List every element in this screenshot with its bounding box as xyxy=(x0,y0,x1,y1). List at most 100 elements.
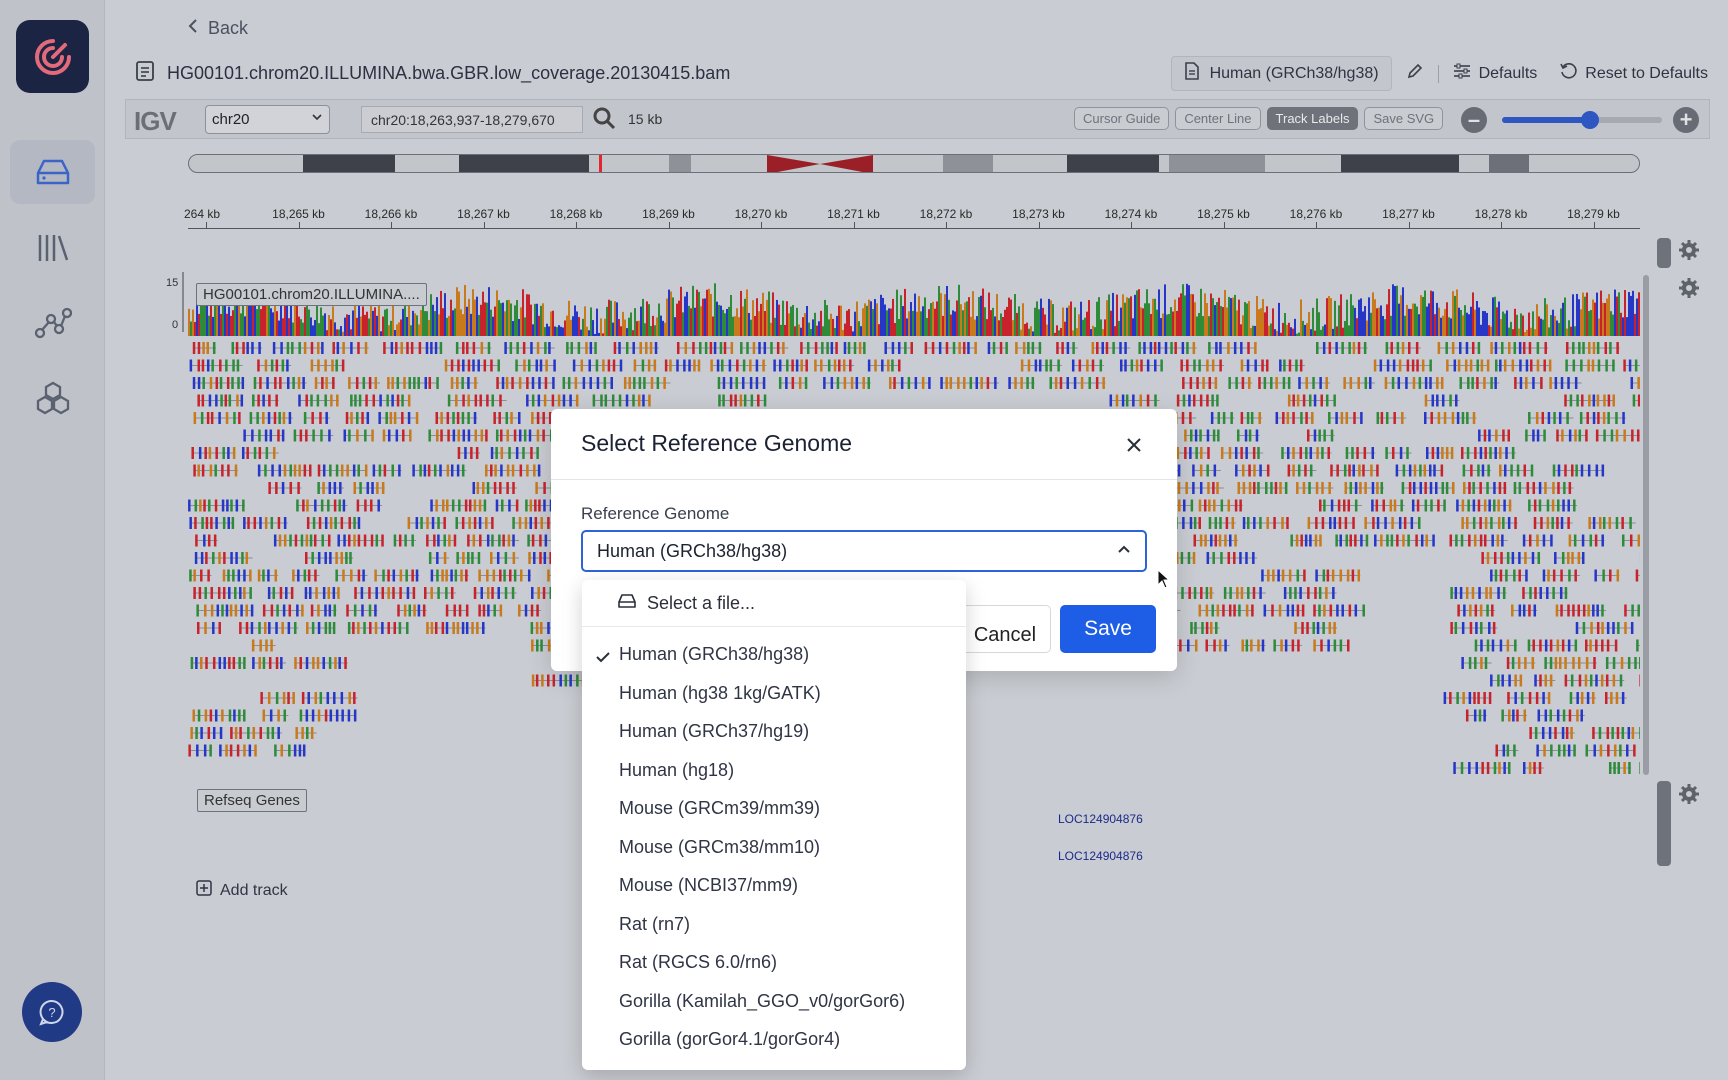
ideogram-band xyxy=(1489,155,1529,172)
igv-logo: IGV xyxy=(134,106,177,136)
genome-option-label: Mouse (GRCm38/mm10) xyxy=(619,836,821,857)
left-rail: ? xyxy=(0,0,105,1080)
reset-label: Reset to Defaults xyxy=(1585,64,1708,82)
genome-option-label: Rat (rn7) xyxy=(619,913,691,934)
ideogram-band xyxy=(303,155,395,172)
gene-label: LOC124904876 xyxy=(1058,849,1143,863)
gene-scrollbar[interactable] xyxy=(1657,781,1671,866)
ruler-tick xyxy=(761,222,762,228)
rail-library[interactable] xyxy=(10,216,95,280)
rail-storage[interactable] xyxy=(10,140,95,204)
ruler: 264 kb 18,265 kb 18,266 kb 18,267 kb 18,268 … xyxy=(184,205,1640,229)
alignment-scrollbar[interactable] xyxy=(1643,275,1649,775)
add-track-button[interactable]: Add track xyxy=(196,880,288,901)
genome-option[interactable]: Rat (RGCS 6.0/rn6) xyxy=(582,946,966,981)
defaults-label: Defaults xyxy=(1478,64,1538,82)
ideogram-band xyxy=(459,155,589,172)
mouse-cursor-icon xyxy=(1157,568,1171,594)
close-icon[interactable] xyxy=(1126,433,1142,459)
genome-option-label: Mouse (NCBI37/mm9) xyxy=(619,875,799,895)
ruler-tick-label: 18,279 kb xyxy=(1567,207,1620,221)
ruler-tick-label: 264 kb xyxy=(183,207,221,221)
file-title: HG00101.chrom20.ILLUMINA.bwa.GBR.low_cov… xyxy=(135,60,730,87)
igv-toggle-group: Cursor Guide Center Line Track Labels Sa… xyxy=(1074,107,1444,130)
help-chat-button[interactable]: ? xyxy=(22,982,82,1042)
genome-option-label: Human (GRCh38/hg38) xyxy=(619,644,810,664)
back-link[interactable]: Back xyxy=(188,18,248,39)
ruler-tick xyxy=(1408,222,1410,228)
ruler-tick xyxy=(576,222,577,228)
save-svg-button[interactable]: Save SVG xyxy=(1364,107,1444,130)
reference-genome-select[interactable]: Human (GRCh38/hg38) xyxy=(581,530,1147,572)
zoom-slider[interactable] xyxy=(1502,111,1662,129)
reference-genome-label: Reference Genome xyxy=(581,504,730,523)
back-label: Back xyxy=(208,18,249,38)
genome-option[interactable]: Human (hg18) xyxy=(582,754,966,789)
ideogram-band xyxy=(1067,155,1159,172)
ideogram-band xyxy=(669,155,691,172)
ruler-tick-label: 18,265 kb xyxy=(272,207,325,221)
drive-icon xyxy=(617,593,637,614)
genome-option[interactable]: Rat (rn7) xyxy=(582,908,966,943)
zoom-slider-knob[interactable] xyxy=(1581,111,1599,129)
save-button[interactable]: Save xyxy=(1060,605,1156,653)
genome-option-label: Human (GRCh37/hg19) xyxy=(619,721,810,741)
gear-icon[interactable] xyxy=(1679,278,1699,303)
gear-icon[interactable] xyxy=(1679,240,1699,265)
track-labels-button[interactable]: Track Labels xyxy=(1266,107,1359,130)
track-scrollbar[interactable] xyxy=(1657,238,1671,268)
ruler-tick xyxy=(298,222,300,228)
graph-icon xyxy=(34,307,72,339)
genome-option[interactable]: Gorilla (Kamilah_GGO_v0/gorGor6) xyxy=(582,985,966,1020)
genome-option[interactable]: Mouse (NCBI37/mm9) xyxy=(582,869,966,904)
reset-defaults-button[interactable]: Reset to Defaults xyxy=(1559,62,1708,85)
ruler-tick-label: 18,267 kb xyxy=(457,207,510,221)
search-icon[interactable] xyxy=(592,106,616,135)
genome-option[interactable]: Human (hg38 1kg/GATK) xyxy=(582,677,966,712)
genome-option[interactable]: Human (GRCh38/hg38) xyxy=(582,638,966,673)
ruler-tick-label: 18,268 kb xyxy=(549,207,603,221)
genome-option[interactable]: Human (GRCh37/hg19) xyxy=(582,715,966,750)
library-icon xyxy=(38,235,68,261)
genome-option-label: Human (hg18) xyxy=(619,759,735,780)
chromosome-select[interactable]: chr20 xyxy=(205,105,330,134)
app-logo[interactable] xyxy=(16,20,89,93)
ruler-tick xyxy=(1131,222,1132,228)
ruler-tick-label: 18,271 kb xyxy=(827,207,880,221)
pencil-icon[interactable] xyxy=(1406,62,1424,85)
cursor-guide-button[interactable]: Cursor Guide xyxy=(1074,107,1170,130)
ruler-tick-label: 18,266 kb xyxy=(364,207,418,221)
storage-icon xyxy=(36,159,69,185)
ruler-tick xyxy=(1593,222,1595,228)
genome-option[interactable]: Mouse (GRCm38/mm10) xyxy=(582,831,966,866)
genome-option-label: Gorilla (Kamilah_GGO_v0/gorGor6) xyxy=(619,990,906,1011)
check-icon xyxy=(596,647,610,668)
zoom-in-button[interactable]: + xyxy=(1673,107,1699,133)
ruler-tick xyxy=(853,222,855,228)
modal-divider xyxy=(551,479,1177,480)
center-line-button[interactable]: Center Line xyxy=(1175,107,1261,130)
chevron-left-icon xyxy=(188,18,198,39)
rail-hexagons[interactable] xyxy=(10,366,95,430)
defaults-button[interactable]: Defaults xyxy=(1453,63,1538,84)
rail-graph[interactable] xyxy=(10,291,95,355)
ruler-tick-label: 18,270 kb xyxy=(734,207,788,221)
select-file-option[interactable]: Select a file... xyxy=(582,580,966,627)
select-file-label: Select a file... xyxy=(647,592,756,613)
ruler-tick-label: 18,274 kb xyxy=(1104,207,1158,221)
zoom-out-button[interactable]: – xyxy=(1461,107,1487,133)
chromosome-ideogram[interactable] xyxy=(188,154,1640,173)
igv-toolbar: IGV chr20 chr20:18,263,937-18,279,670 15… xyxy=(125,99,1710,139)
gear-icon[interactable] xyxy=(1679,784,1699,809)
ruler-tick xyxy=(206,222,207,228)
chevron-down-icon xyxy=(311,110,323,126)
genome-option[interactable]: Gorilla (gorGor4.1/gorGor4) xyxy=(582,1023,966,1058)
genome-option-label: Gorilla (gorGor4.1/gorGor4) xyxy=(619,1029,841,1049)
genome-option[interactable]: Mouse (GRCm39/mm39) xyxy=(582,792,966,827)
current-region-marker xyxy=(599,155,602,172)
ruler-tick-label: 18,277 kb xyxy=(1382,207,1435,221)
locus-input[interactable]: chr20:18,263,937-18,279,670 xyxy=(361,106,583,133)
file-icon xyxy=(135,60,155,87)
genome-chip[interactable]: Human (GRCh38/hg38) xyxy=(1170,56,1392,91)
centromere xyxy=(767,155,873,172)
